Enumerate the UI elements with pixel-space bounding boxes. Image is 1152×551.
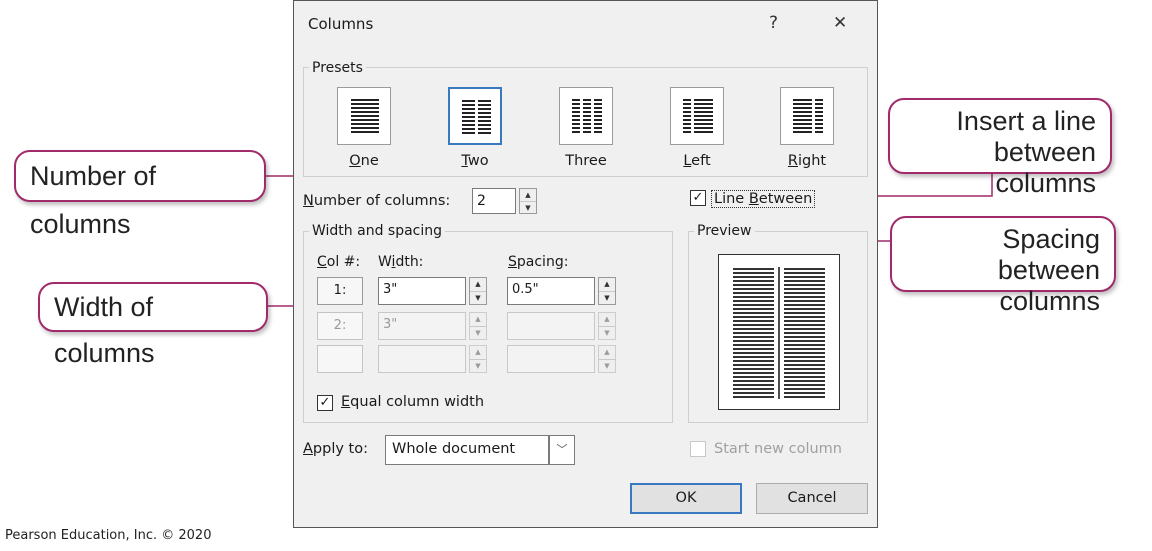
checkmark-icon: ✓ bbox=[692, 190, 704, 205]
apply-to-select[interactable]: Whole document bbox=[385, 435, 549, 465]
ok-button[interactable]: OK bbox=[630, 483, 742, 514]
spin-down-icon[interactable]: ▼ bbox=[520, 201, 536, 214]
three-columns-icon bbox=[572, 99, 602, 133]
start-new-column-checkbox bbox=[690, 441, 706, 457]
preset-three-label: Three bbox=[565, 153, 607, 169]
spin-up-icon[interactable]: ▲ bbox=[520, 189, 536, 201]
line-between-checkbox[interactable]: ✓ bbox=[690, 190, 706, 206]
callout-insert-line: Insert a line between columns bbox=[888, 98, 1112, 198]
preview-page bbox=[718, 254, 840, 410]
callout-width-of-columns: Width of columns bbox=[38, 282, 268, 368]
equal-width-checkbox[interactable]: ✓ bbox=[317, 395, 333, 411]
width-spacing-label: Width and spacing bbox=[309, 223, 446, 239]
col-2-spacing-input bbox=[507, 312, 595, 340]
col-2-width-spinner: ▲ ▼ bbox=[469, 312, 487, 340]
col-3-width-input bbox=[378, 345, 466, 373]
preset-right-label: Right bbox=[787, 153, 827, 169]
callout-spacing-1: Spacing between bbox=[997, 224, 1100, 285]
col-2-width-input: 3" bbox=[378, 312, 466, 340]
number-of-columns-spinner[interactable]: ▲ ▼ bbox=[519, 188, 537, 214]
chevron-down-icon[interactable]: ﹀ bbox=[549, 435, 575, 465]
number-of-columns-input[interactable]: 2 bbox=[472, 188, 516, 214]
preset-left-button[interactable] bbox=[670, 87, 724, 145]
col-3-spacing-spinner: ▲ ▼ bbox=[598, 345, 616, 373]
col-1-spacing-input[interactable]: 0.5" bbox=[507, 277, 595, 305]
preset-one-button[interactable] bbox=[337, 87, 391, 145]
presets-label: Presets bbox=[309, 60, 366, 76]
help-button[interactable]: ? bbox=[769, 13, 778, 33]
close-button[interactable]: ✕ bbox=[833, 13, 847, 33]
preset-left-label: Left bbox=[683, 153, 711, 169]
cancel-button[interactable]: Cancel bbox=[756, 483, 868, 514]
col-3-button bbox=[317, 345, 363, 373]
left-column-icon bbox=[683, 99, 713, 133]
col-1-spacing-spinner[interactable]: ▲ ▼ bbox=[598, 277, 616, 305]
col-1-width-spinner[interactable]: ▲ ▼ bbox=[469, 277, 487, 305]
col-number-header: Col #: bbox=[317, 254, 361, 270]
col-1-width-input[interactable]: 3" bbox=[378, 277, 466, 305]
start-new-column-label: Start new column bbox=[714, 441, 842, 457]
line-between-label[interactable]: Line Between bbox=[711, 190, 816, 208]
preset-right-button[interactable] bbox=[780, 87, 834, 145]
callout-line-2: between columns bbox=[993, 137, 1096, 198]
width-header: Width: bbox=[378, 254, 424, 270]
equal-width-label: Equal column width bbox=[341, 394, 485, 410]
one-column-icon bbox=[351, 99, 379, 133]
preset-three-button[interactable] bbox=[559, 87, 613, 145]
preset-one-label: One bbox=[349, 153, 379, 169]
preset-two-label: Two bbox=[461, 153, 489, 169]
preview-label: Preview bbox=[694, 223, 755, 239]
copyright-credit: Pearson Education, Inc. © 2020 bbox=[5, 528, 212, 543]
preset-two-button[interactable] bbox=[448, 87, 502, 145]
callout-spacing-between-columns: Spacing between columns bbox=[890, 216, 1116, 316]
number-of-columns-label: Number of columns: bbox=[303, 193, 451, 209]
right-column-icon bbox=[793, 99, 823, 133]
spacing-header: Spacing: bbox=[508, 254, 569, 270]
callout-number-of-columns: Number of columns bbox=[14, 150, 266, 239]
callout-line-1: Insert a line bbox=[956, 106, 1096, 136]
col-3-width-spinner: ▲ ▼ bbox=[469, 345, 487, 373]
apply-to-label: Apply to: bbox=[303, 441, 368, 457]
checkmark-icon: ✓ bbox=[319, 395, 331, 410]
columns-dialog: Columns ? ✕ Presets One Two Three Left R… bbox=[293, 0, 878, 528]
col-2-button: 2: bbox=[317, 312, 363, 340]
col-1-button[interactable]: 1: bbox=[317, 277, 363, 305]
col-3-spacing-input bbox=[507, 345, 595, 373]
callout-spacing-2: columns bbox=[999, 286, 1100, 316]
two-columns-icon bbox=[462, 100, 491, 134]
dialog-title: Columns bbox=[308, 15, 374, 33]
two-column-preview-icon bbox=[733, 267, 825, 399]
col-2-spacing-spinner: ▲ ▼ bbox=[598, 312, 616, 340]
